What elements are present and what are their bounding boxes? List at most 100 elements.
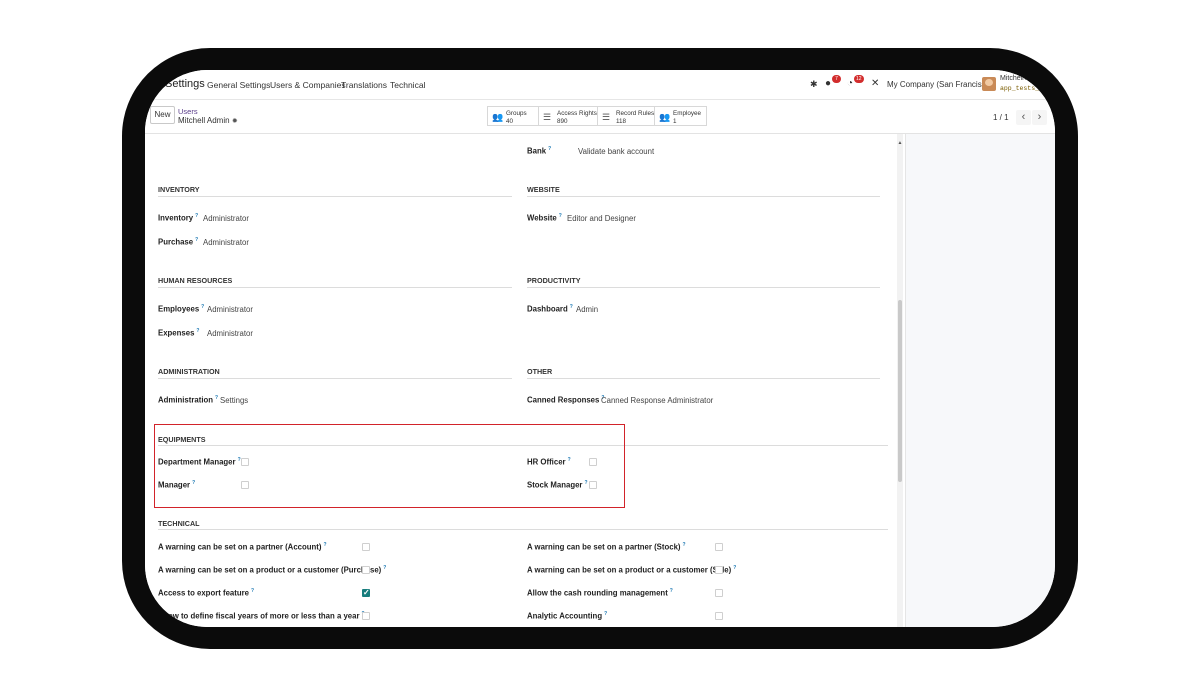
help-icon[interactable]: ? <box>670 588 673 594</box>
technical-option-checkbox[interactable] <box>362 566 370 574</box>
technical-option-checkbox[interactable] <box>362 543 370 551</box>
breadcrumb-current-label: Mitchell Admin <box>178 116 230 125</box>
technical-option-label-text: A warning can be set on a product or a c… <box>527 565 732 575</box>
stat-label: Record Rules <box>616 110 655 117</box>
technical-option-label-text: A warning can be set on a partner (Accou… <box>158 542 322 552</box>
tools-icon[interactable]: ✕ <box>871 78 879 89</box>
users-icon: 👥 <box>659 112 671 122</box>
help-icon[interactable]: ? <box>604 611 607 617</box>
help-icon[interactable]: ? <box>323 542 326 548</box>
purchase-label-text: Purchase <box>158 237 194 247</box>
pager-prev-icon[interactable]: ‹ <box>1016 110 1031 125</box>
divider <box>527 287 880 288</box>
bank-value[interactable]: Validate bank account <box>578 147 654 156</box>
technical-option-label: Allow the cash rounding management? <box>527 588 673 598</box>
groups-stat-button[interactable]: 👥 Groups 40 <box>487 106 539 126</box>
employee-stat-button[interactable]: 👥 Employee 1 <box>654 106 707 126</box>
activity-badge: 12 <box>854 75 864 83</box>
help-icon[interactable]: ? <box>548 146 551 152</box>
help-icon[interactable]: ? <box>201 304 204 310</box>
stat-value: 1 <box>673 118 677 125</box>
technical-option-checkbox[interactable] <box>715 589 723 597</box>
new-button[interactable]: New <box>150 106 175 124</box>
bug-icon[interactable]: ✱ <box>810 79 818 90</box>
breadcrumb-users[interactable]: Users <box>178 107 198 116</box>
section-inventory-title: INVENTORY <box>158 185 200 194</box>
help-icon[interactable]: ? <box>195 213 198 219</box>
website-value[interactable]: Editor and Designer <box>567 214 636 223</box>
stat-label: Groups <box>506 110 527 117</box>
stat-value: 118 <box>616 118 627 125</box>
employees-label: Employees? <box>158 304 204 314</box>
help-icon[interactable]: ? <box>215 395 218 401</box>
settings-app-icon[interactable] <box>151 80 159 88</box>
website-label-text: Website <box>527 213 557 223</box>
technical-option-label-text: Access to export feature <box>158 588 249 598</box>
administration-value[interactable]: Settings <box>220 396 248 405</box>
help-icon[interactable]: ? <box>733 565 736 571</box>
technical-option-label-text: Analytic Accounting <box>527 611 603 621</box>
purchase-value[interactable]: Administrator <box>203 238 249 247</box>
access-rights-stat-button[interactable]: ☰ Access Rights 890 <box>538 106 598 126</box>
menu-users-companies[interactable]: Users & Companies <box>270 80 346 90</box>
canned-responses-value[interactable]: Canned Response Administrator <box>601 396 713 405</box>
help-icon[interactable]: ? <box>683 542 686 548</box>
pager-value[interactable]: 1 / 1 <box>993 113 1009 122</box>
divider <box>527 378 880 379</box>
technical-option-checkbox[interactable] <box>715 543 723 551</box>
top-navbar: Settings General Settings Users & Compan… <box>145 70 1055 100</box>
section-technical-title: TECHNICAL <box>158 519 200 528</box>
gear-icon[interactable]: ✹ <box>232 118 238 125</box>
inventory-label-text: Inventory <box>158 213 194 223</box>
technical-option-label: A warning can be set on a partner (Stock… <box>527 542 686 552</box>
technical-option-checkbox[interactable] <box>362 612 370 620</box>
help-icon[interactable]: ? <box>251 588 254 594</box>
user-name[interactable]: Mitchell Admin <box>1000 75 1045 82</box>
technical-option-label: Access to export feature? <box>158 588 254 598</box>
administration-label: Administration? <box>158 395 218 405</box>
help-icon[interactable]: ? <box>383 565 386 571</box>
bank-label: Bank? <box>527 146 551 156</box>
help-icon[interactable]: ? <box>559 213 562 219</box>
menu-translations[interactable]: Translations <box>341 80 387 90</box>
app-name[interactable]: Settings <box>165 78 205 90</box>
scrollbar-thumb[interactable] <box>898 300 902 482</box>
stat-value: 40 <box>506 118 514 125</box>
stat-value: 890 <box>557 118 568 125</box>
pager-next-icon[interactable]: › <box>1032 110 1047 125</box>
section-other-title: OTHER <box>527 367 553 376</box>
record-rules-stat-button[interactable]: ☰ Record Rules 118 <box>597 106 655 126</box>
screen: Settings General Settings Users & Compan… <box>145 70 1055 627</box>
activity-clock-icon[interactable]: ◔ <box>847 78 853 89</box>
menu-general-settings[interactable]: General Settings <box>207 80 270 90</box>
technical-option-checkbox[interactable] <box>715 612 723 620</box>
dashboard-label-text: Dashboard <box>527 304 568 314</box>
technical-option-label-text: Allow to define fiscal years of more or … <box>158 611 360 621</box>
dashboard-label: Dashboard? <box>527 304 573 314</box>
menu-technical[interactable]: Technical <box>390 80 425 90</box>
technical-option-checkbox[interactable] <box>715 566 723 574</box>
help-icon[interactable]: ? <box>570 304 573 310</box>
list-icon: ☰ <box>543 112 552 122</box>
messages-badge: 7 <box>832 75 841 83</box>
employees-value[interactable]: Administrator <box>207 305 253 314</box>
chatter-panel <box>905 134 1055 627</box>
help-icon[interactable]: ? <box>196 328 199 334</box>
stat-label: Access Rights <box>557 110 597 117</box>
database-name: app_tests_1 <box>1000 85 1043 92</box>
company-switcher[interactable]: My Company (San Francisco) <box>887 80 993 89</box>
section-human-resources-title: HUMAN RESOURCES <box>158 276 233 285</box>
control-panel: New Users Mitchell Admin ✹ 👥 Groups 40 ☰… <box>145 100 1055 134</box>
export-feature-checkbox[interactable] <box>362 588 370 597</box>
inventory-value[interactable]: Administrator <box>203 214 249 223</box>
device-frame: Settings General Settings Users & Compan… <box>122 48 1078 649</box>
messages-icon[interactable]: ● <box>825 78 831 89</box>
dashboard-value[interactable]: Admin <box>576 305 598 314</box>
scroll-up-icon[interactable]: ▲ <box>897 140 903 146</box>
expenses-label: Expenses? <box>158 328 199 338</box>
expenses-value[interactable]: Administrator <box>207 329 253 338</box>
help-icon[interactable]: ? <box>195 237 198 243</box>
administration-label-text: Administration <box>158 395 214 405</box>
avatar[interactable] <box>982 77 996 91</box>
technical-option-label: Analytic Accounting? <box>527 611 607 621</box>
